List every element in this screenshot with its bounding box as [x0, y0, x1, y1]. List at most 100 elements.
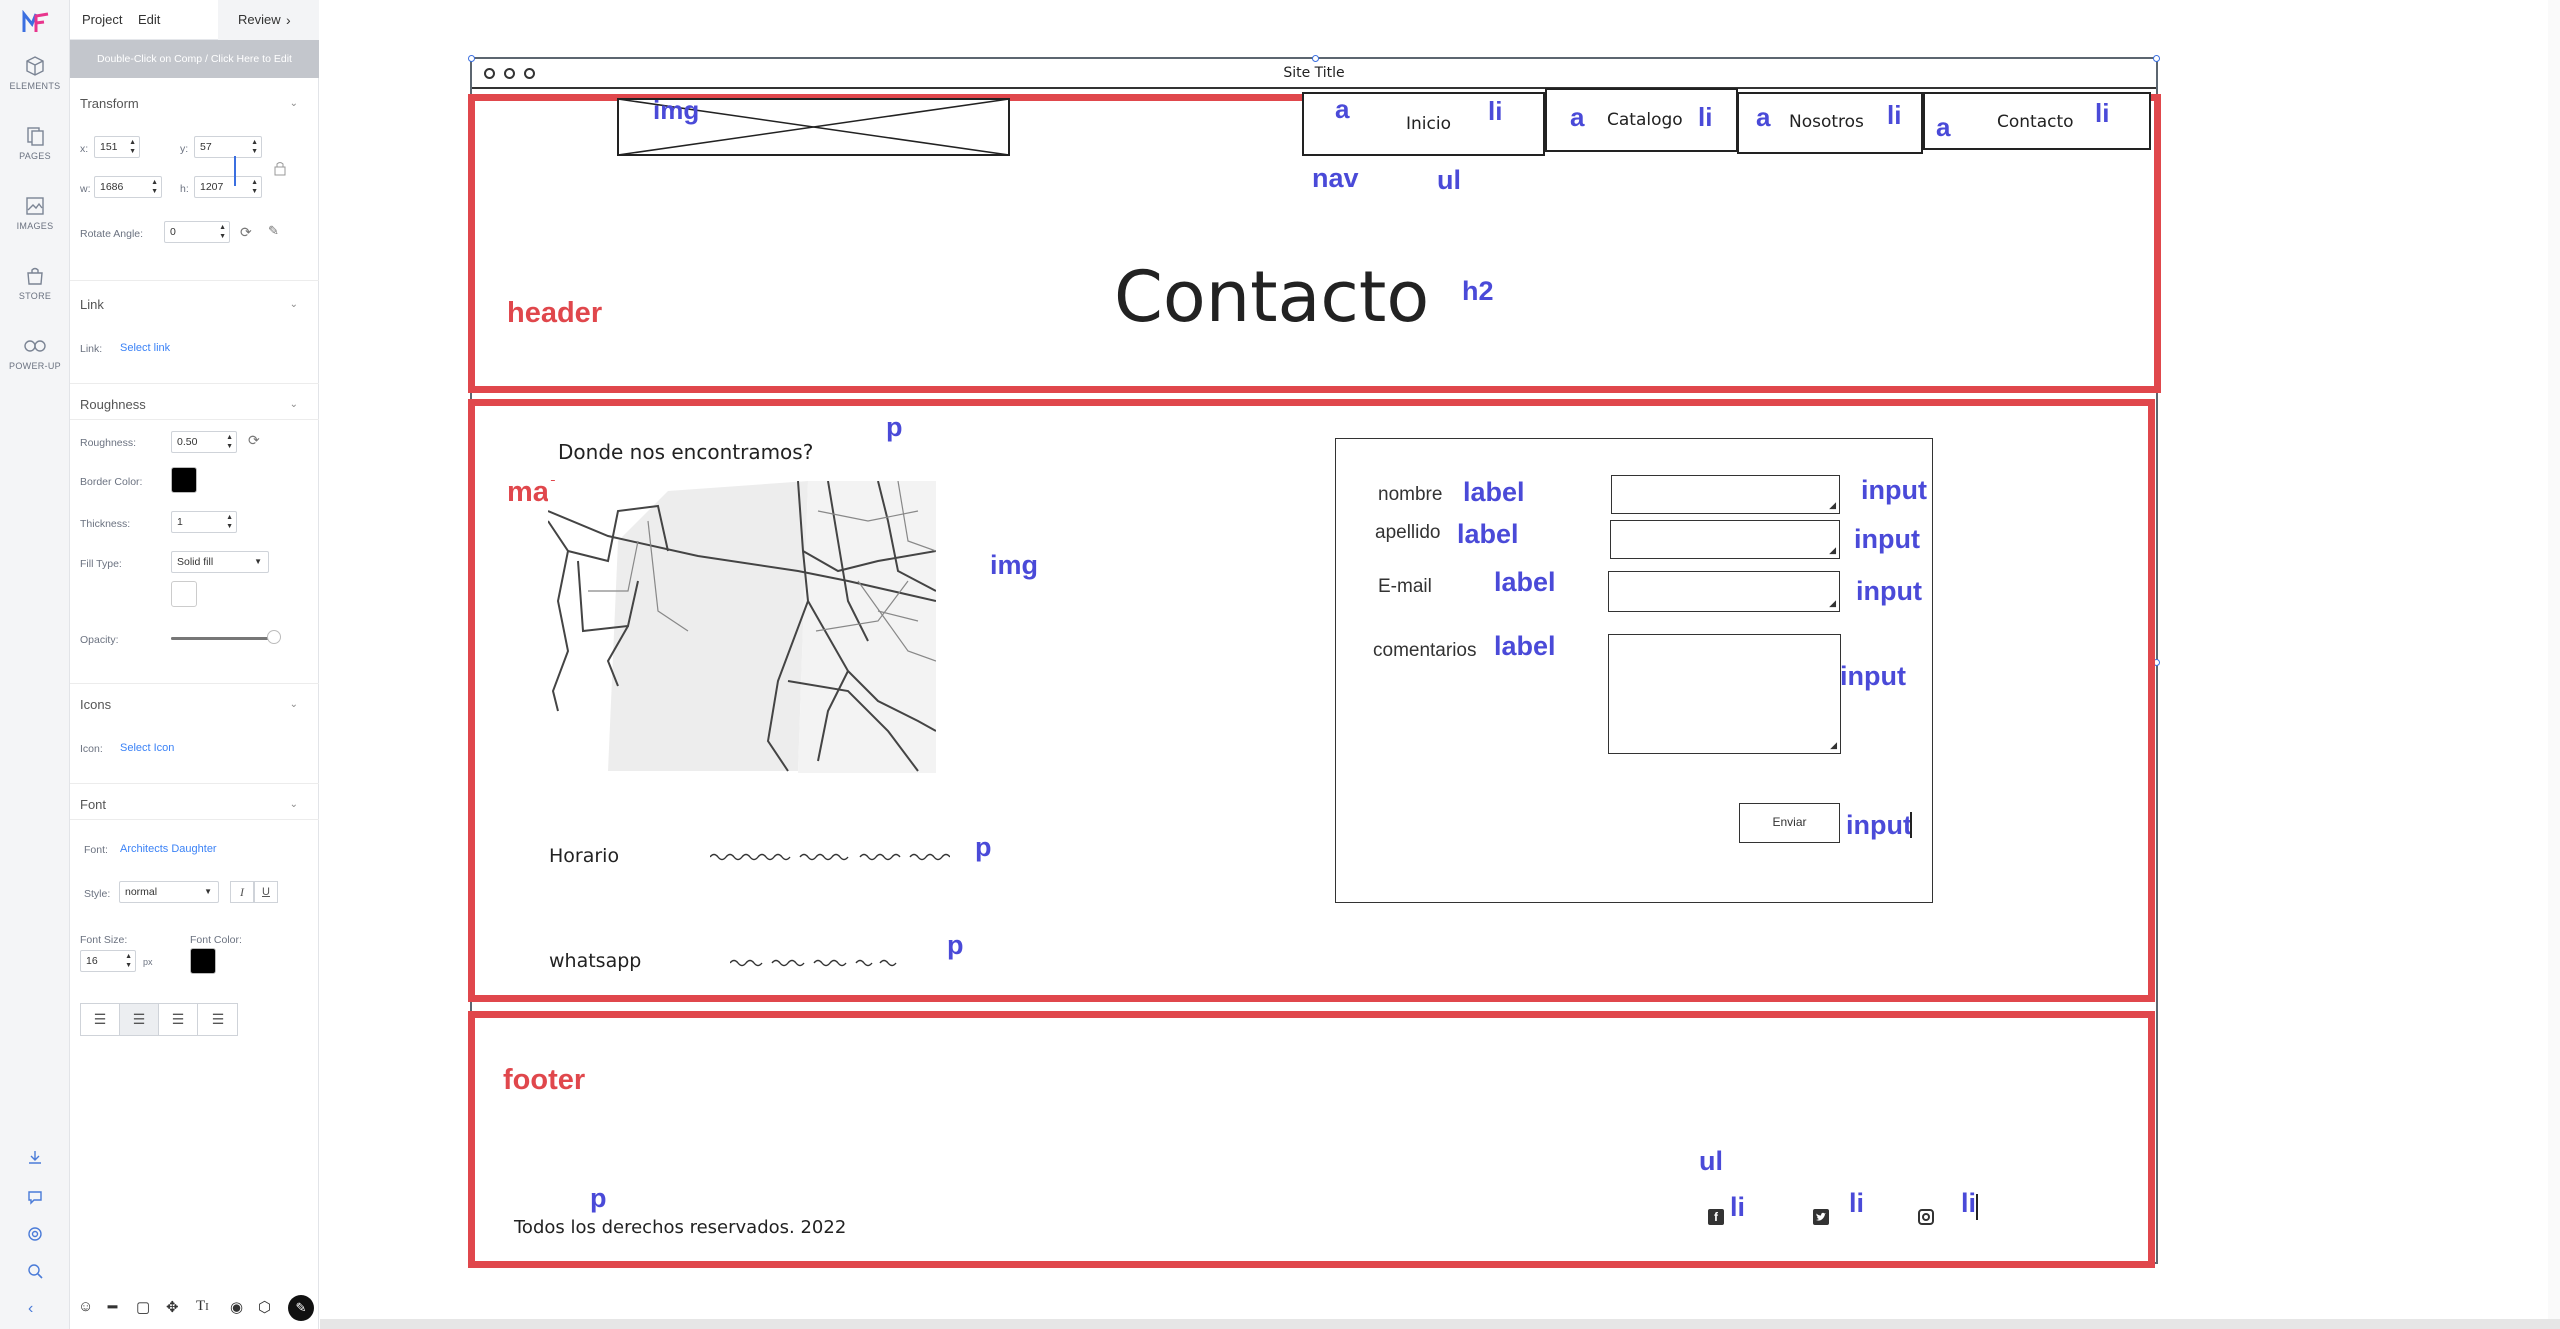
nav-tab-label: Contacto: [1997, 112, 2074, 132]
nav-tab-contacto[interactable]: Contacto: [1923, 92, 2151, 150]
chat-icon[interactable]: [26, 1188, 44, 1211]
align-center-icon[interactable]: ☰: [120, 1004, 159, 1035]
rail-item-pages[interactable]: PAGES: [0, 125, 70, 161]
rail-item-elements[interactable]: ELEMENTS: [0, 55, 70, 91]
nav-tab-label: Nosotros: [1789, 112, 1864, 132]
twitter-icon[interactable]: [1813, 1209, 1829, 1225]
nav-tab-label: Catalogo: [1607, 110, 1683, 130]
enviar-button[interactable]: Enviar: [1739, 803, 1840, 843]
menu-project[interactable]: Project: [82, 12, 122, 27]
fill-type-select[interactable]: Solid fill ▼: [171, 551, 269, 573]
apellido-input[interactable]: ◢: [1610, 520, 1840, 559]
chevron-down-icon[interactable]: ⌄: [290, 98, 298, 109]
font-size-input[interactable]: 16 ▲ ▼: [80, 950, 136, 972]
select-link[interactable]: Select link: [120, 342, 170, 354]
refresh-icon[interactable]: ⟳: [240, 224, 252, 241]
transform-title: Transform: [80, 96, 139, 111]
align-left-icon[interactable]: ☰: [81, 1004, 120, 1035]
font-size-unit: px: [143, 957, 153, 967]
opacity-slider-handle[interactable]: [266, 630, 281, 644]
font-style-select[interactable]: normal ▼: [119, 881, 219, 903]
stepper-icon[interactable]: ▲ ▼: [226, 513, 233, 531]
chevron-down-icon[interactable]: ⌄: [290, 799, 298, 810]
stepper-icon[interactable]: ▲ ▼: [226, 433, 233, 451]
refresh-icon[interactable]: ⟳: [248, 432, 260, 449]
h-label: h:: [180, 183, 189, 195]
target-tool-icon[interactable]: ◉: [230, 1298, 243, 1316]
fill-color-swatch[interactable]: [171, 581, 197, 607]
font-style-value: normal: [125, 886, 158, 898]
stepper-icon[interactable]: ▲ ▼: [129, 138, 136, 156]
rotate-input[interactable]: 0 ▲ ▼: [164, 221, 230, 243]
h-input[interactable]: 1207 ▲ ▼: [194, 176, 262, 198]
brush-tool-icon[interactable]: ✎: [288, 1295, 314, 1321]
rail-item-power-up[interactable]: POWER-UP: [0, 335, 70, 371]
horizontal-scrollbar[interactable]: [320, 1319, 2560, 1329]
annot-input: input: [1854, 524, 1920, 554]
underline-button[interactable]: U: [254, 881, 278, 903]
resize-grip-icon: ◢: [1830, 740, 1837, 750]
review-button[interactable]: Review ›: [218, 0, 319, 40]
stepper-icon[interactable]: ▲ ▼: [251, 138, 258, 156]
resize-handle[interactable]: [1312, 55, 1319, 62]
select-icon[interactable]: Select Icon: [120, 742, 174, 754]
fill-type-label: Fill Type:: [80, 558, 122, 570]
align-right-icon[interactable]: ☰: [159, 1004, 198, 1035]
rail-item-store[interactable]: STORE: [0, 265, 70, 301]
italic-button[interactable]: I: [230, 881, 254, 903]
nombre-input[interactable]: ◢: [1611, 475, 1840, 514]
line-tool-icon[interactable]: ━: [108, 1298, 117, 1316]
email-input[interactable]: ◢: [1608, 571, 1840, 612]
text-cursor: [1976, 1194, 1978, 1220]
align-justify-icon[interactable]: ☰: [198, 1004, 238, 1035]
download-icon[interactable]: [26, 1148, 44, 1171]
x-input[interactable]: 151 ▲ ▼: [94, 136, 140, 158]
roughness-input[interactable]: 0.50 ▲ ▼: [171, 431, 237, 453]
instagram-icon[interactable]: [1918, 1209, 1934, 1225]
caret-down-icon: ▼: [204, 887, 212, 896]
facebook-icon[interactable]: f: [1708, 1209, 1724, 1225]
chevron-right-icon: ›: [286, 12, 291, 28]
stepper-icon[interactable]: ▲ ▼: [219, 223, 226, 241]
annot-input: input: [1856, 576, 1922, 606]
opacity-slider-track[interactable]: [171, 637, 279, 640]
vertical-scrollbar[interactable]: [2548, 0, 2560, 1319]
thickness-input[interactable]: 1 ▲ ▼: [171, 511, 237, 533]
comentarios-textarea[interactable]: ◢: [1608, 634, 1841, 754]
lock-icon[interactable]: [273, 160, 287, 179]
app-logo[interactable]: [22, 9, 50, 34]
menu-edit[interactable]: Edit: [138, 12, 160, 27]
pen-icon[interactable]: ✎: [268, 223, 279, 239]
emoji-icon[interactable]: ☺: [78, 1298, 93, 1315]
move-tool-icon[interactable]: ✥: [166, 1298, 179, 1316]
y-input[interactable]: 57 ▲ ▼: [194, 136, 262, 158]
font-size-label: Font Size:: [80, 934, 128, 946]
border-color-swatch[interactable]: [171, 467, 197, 493]
edit-hint-bar[interactable]: Double-Click on Comp / Click Here to Edi…: [70, 40, 319, 78]
resize-handle[interactable]: [2153, 55, 2160, 62]
rail-item-images[interactable]: IMAGES: [0, 195, 70, 231]
text-tool-icon[interactable]: TI: [196, 1298, 209, 1315]
chevron-down-icon[interactable]: ⌄: [290, 399, 298, 410]
chevron-down-icon[interactable]: ⌄: [290, 699, 298, 710]
component-tool-icon[interactable]: ⬡: [258, 1298, 271, 1316]
aspect-link-line: [234, 156, 236, 186]
zoom-icon[interactable]: [26, 1262, 44, 1285]
resize-handle[interactable]: [468, 55, 475, 62]
collapse-icon[interactable]: ‹: [28, 1300, 33, 1318]
stepper-icon[interactable]: ▲ ▼: [151, 178, 158, 196]
w-input[interactable]: 1686 ▲ ▼: [94, 176, 162, 198]
font-family-link[interactable]: Architects Daughter: [120, 843, 217, 855]
help-icon[interactable]: [26, 1225, 44, 1248]
label-nombre: nombre: [1378, 484, 1443, 505]
chevron-down-icon[interactable]: ⌄: [290, 299, 298, 310]
annot-p: p: [886, 412, 903, 442]
font-color-swatch[interactable]: [190, 948, 216, 974]
stepper-icon[interactable]: ▲ ▼: [125, 952, 132, 970]
rotate-value: 0: [170, 226, 176, 238]
stepper-icon[interactable]: ▲ ▼: [251, 178, 258, 196]
rectangle-tool-icon[interactable]: ▢: [136, 1298, 150, 1316]
scribble-text: [710, 853, 950, 861]
image-icon: [26, 197, 44, 215]
top-menu: Project Edit Review ›: [70, 0, 319, 40]
